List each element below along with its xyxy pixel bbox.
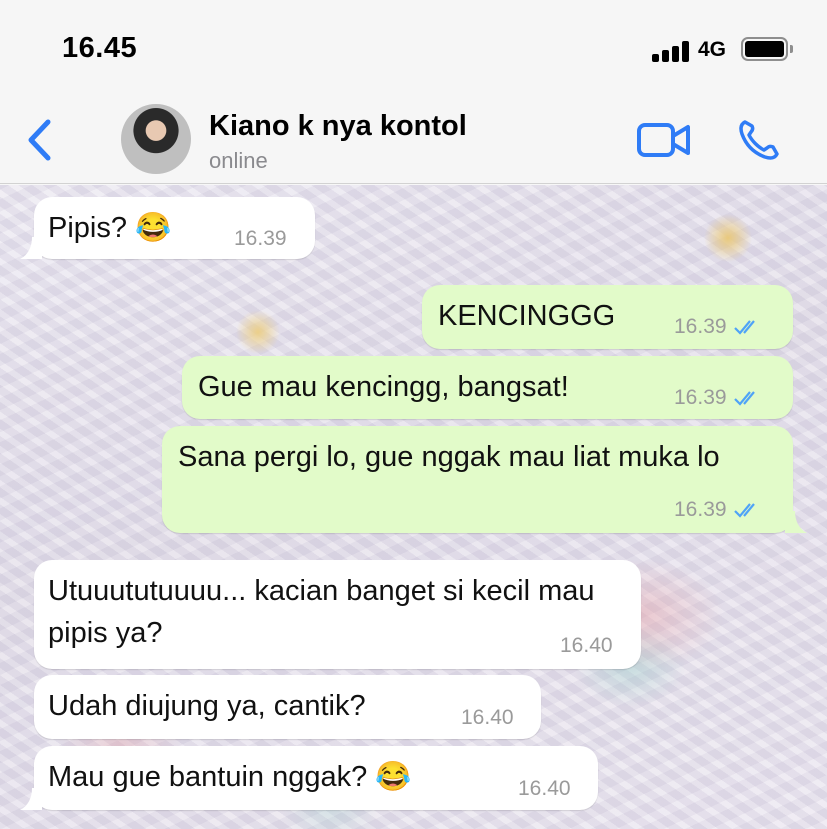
back-chevron-icon[interactable]	[22, 116, 58, 164]
message-text: Utuuututuuuu... kacian banget si kecil m…	[48, 575, 595, 649]
message-bubble-outgoing[interactable]: Sana pergi lo, gue nggak mau liat muka l…	[162, 426, 807, 533]
message-bubble-outgoing[interactable]: KENCINGGG 16.39	[422, 285, 793, 349]
message-bubble-incoming[interactable]: Pipis? 😂 16.39	[20, 197, 315, 259]
message-text: Sana pergi lo, gue nggak mau liat muka l…	[178, 441, 720, 473]
read-receipt-icon	[733, 320, 755, 335]
message-time: 16.40	[461, 706, 514, 729]
message-time: 16.39	[234, 227, 287, 250]
chat-header: Kiano k nya kontol online	[0, 96, 827, 184]
video-call-icon[interactable]	[636, 122, 692, 158]
read-receipt-icon	[733, 391, 755, 406]
message-bubble-incoming[interactable]: Udah diujung ya, cantik? 16.40	[34, 675, 541, 739]
battery-icon	[741, 37, 793, 61]
message-time: 16.39	[674, 498, 727, 521]
cellular-signal-icon	[652, 40, 692, 62]
read-receipt-icon	[733, 503, 755, 518]
message-text: Pipis? 😂	[48, 212, 172, 244]
status-time: 16.45	[62, 32, 138, 64]
message-text: KENCINGGG	[438, 300, 616, 332]
message-bubble-outgoing[interactable]: Gue mau kencingg, bangsat! 16.39	[182, 356, 793, 419]
message-bubble-incoming[interactable]: Utuuututuuuu... kacian banget si kecil m…	[34, 560, 641, 669]
contact-avatar[interactable]	[121, 104, 191, 174]
message-bubble-incoming[interactable]: Mau gue bantuin nggak? 😂 16.40	[20, 746, 598, 810]
voice-call-icon[interactable]	[737, 118, 781, 162]
contact-presence: online	[209, 148, 268, 173]
message-time: 16.40	[518, 777, 571, 800]
contact-name[interactable]: Kiano k nya kontol	[209, 110, 467, 143]
network-type: 4G	[698, 38, 727, 61]
message-text: Gue mau kencingg, bangsat!	[198, 371, 569, 403]
message-time: 16.40	[560, 634, 613, 657]
message-text: Udah diujung ya, cantik?	[48, 690, 366, 722]
chat-wallpaper: Pipis? 😂 16.39 KENCINGGG 16.39 Gue mau k…	[0, 185, 827, 829]
message-time: 16.39	[674, 386, 727, 409]
message-time: 16.39	[674, 315, 727, 338]
status-bar: 16.45 4G	[0, 0, 827, 96]
message-text: Mau gue bantuin nggak? 😂	[48, 761, 412, 793]
